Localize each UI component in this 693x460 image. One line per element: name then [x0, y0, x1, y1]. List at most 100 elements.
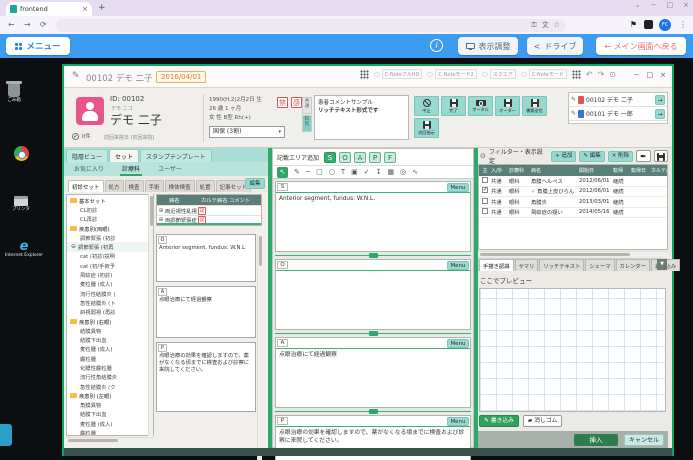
open-chart-arrow-button[interactable]: →: [655, 95, 665, 105]
new-tab-button[interactable]: +: [98, 3, 106, 13]
checkbox[interactable]: [482, 208, 488, 214]
forward-icon[interactable]: →: [24, 20, 31, 29]
tree-item[interactable]: ⊖ 流行性結膜炎 (: [67, 289, 153, 298]
tree-item[interactable]: ⊖ CL初診: [67, 205, 153, 214]
editor-tool-icon[interactable]: ▦: [387, 168, 394, 176]
diagnosis-row[interactable]: ⊕ 両近視性乱視 疑: [157, 205, 261, 215]
tool-tab[interactable]: カレンダー: [616, 259, 651, 271]
left-tab[interactable]: スタンプテンプレート: [140, 149, 212, 162]
open-chart-arrow-button[interactable]: →: [655, 109, 665, 119]
patient-comment-box[interactable]: 患者コメントサンプル リッチテキスト形式です: [314, 95, 409, 140]
printer-icon[interactable]: プリンタ: [6, 196, 36, 212]
circle-plus-icon[interactable]: ⊕: [157, 216, 165, 223]
kebab-menu-icon[interactable]: ⋮: [679, 20, 687, 29]
soap-section-text[interactable]: 点眼治療にて経過観察: [276, 349, 470, 407]
profile-avatar[interactable]: FC: [659, 19, 671, 31]
undo-icon[interactable]: ↶: [586, 70, 593, 79]
tree-item[interactable]: ⊖ cat (初/手術予: [67, 261, 153, 270]
section-menu-button[interactable]: Menu: [447, 261, 469, 270]
left-subtab[interactable]: ユーザー: [156, 164, 184, 176]
alert-badge[interactable]: 感: [291, 97, 302, 108]
set-category-tab[interactable]: 検査: [125, 180, 144, 192]
alert-badge[interactable]: 禁: [277, 97, 288, 108]
circle-plus-icon[interactable]: ⊕: [157, 207, 165, 214]
editor-tool-icon[interactable]: ○: [329, 168, 335, 176]
tree-item[interactable]: ⊖ 結膜下出血: [67, 335, 153, 344]
soap-section-label[interactable]: P: [277, 417, 288, 425]
tool-tab[interactable]: シェーマ: [585, 259, 614, 271]
tree-item[interactable]: ⊖ 霰粒腫: [67, 428, 153, 436]
delete-diagnosis-button[interactable]: ✕ 削除: [608, 151, 633, 162]
left-tab[interactable]: セット: [109, 149, 139, 162]
set-category-tab[interactable]: 初診セット: [68, 180, 104, 192]
checkbox[interactable]: ✓: [482, 187, 488, 193]
taskbar-corner-icon[interactable]: [0, 424, 12, 446]
set-category-tab[interactable]: 処置: [196, 180, 215, 192]
editor-tool-icon[interactable]: ↧: [376, 168, 382, 176]
chevron-down-icon[interactable]: ⌄: [635, 1, 641, 9]
layout-grid-icon[interactable]: [572, 70, 581, 79]
tool-tab[interactable]: サマリ: [515, 259, 539, 271]
soap-section[interactable]: A Menu 点眼治療にて経過観察: [275, 337, 471, 408]
section-menu-button[interactable]: Menu: [447, 339, 469, 348]
section-menu-button[interactable]: Menu: [447, 417, 469, 426]
tree-item[interactable]: ⊖ 麦粒腫 (成人): [67, 345, 153, 354]
table-horizontal-scrollbar[interactable]: [478, 251, 668, 256]
close-icon[interactable]: ×: [660, 71, 666, 79]
soap-preview-box[interactable]: A 点眼治療にて経過観察: [156, 286, 256, 338]
set-category-tab[interactable]: 検体検査: [165, 180, 195, 192]
split-screen-icon[interactable]: [644, 20, 653, 29]
action-button[interactable]: 完了: [441, 96, 466, 116]
soap-section[interactable]: O Menu: [275, 259, 471, 330]
more-tabs-caret-icon[interactable]: ▼: [657, 259, 667, 270]
action-button[interactable]: 次回指示: [414, 118, 439, 138]
tree-item[interactable]: ⊖ 疾患別(両眼): [67, 224, 153, 233]
soap-section[interactable]: S Menu Anterior segment, fundus: W.N.L.: [275, 181, 471, 252]
recycle-bin-icon[interactable]: ごみ箱: [2, 84, 26, 103]
tree-item[interactable]: ⊖ CL再診: [67, 215, 153, 224]
tree-item[interactable]: ⊖ 基本セット: [67, 196, 153, 205]
display-adjust-button[interactable]: 表示調整: [458, 37, 518, 55]
browser-tab[interactable]: frontend ×: [6, 2, 92, 16]
action-button[interactable]: 書類送信: [522, 96, 547, 116]
set-category-tab[interactable]: 手術: [145, 180, 164, 192]
diagnosis-row[interactable]: ⊕ 両調節緊張症 疑: [157, 215, 261, 225]
tree-item[interactable]: ⊖ 急性結膜炎 (ト: [67, 298, 153, 307]
left-subtab[interactable]: 診療科: [120, 164, 142, 176]
tab-close-icon[interactable]: ×: [82, 5, 88, 13]
soap-add-button[interactable]: A: [354, 152, 366, 163]
tree-item[interactable]: ⊖ 麦粒腫 (成人): [67, 280, 153, 289]
extension-pin-icon[interactable]: ⚑: [630, 20, 637, 29]
drive-button[interactable]: < ドライブ: [527, 37, 583, 55]
tree-item[interactable]: ⊖ 流行性角結膜炎: [67, 373, 153, 382]
layout-grid-icon[interactable]: [360, 70, 369, 79]
edit-sets-button[interactable]: 編集: [245, 178, 265, 189]
tree-item[interactable]: ⊖ 霰粒腫: [67, 354, 153, 363]
action-button[interactable]: 中止: [414, 96, 439, 116]
comment-tab-common[interactable]: 共通: [302, 97, 312, 114]
left-subtab[interactable]: お気に入り: [72, 164, 106, 176]
view-mode-option[interactable]: C-Noteモード: [521, 69, 567, 79]
section-menu-button[interactable]: Menu: [447, 183, 469, 192]
left-tab[interactable]: 階層ビュー: [66, 149, 108, 162]
pencil-icon[interactable]: ✎: [571, 96, 576, 103]
soap-add-button[interactable]: F: [384, 152, 396, 163]
redo-icon[interactable]: ↷: [598, 70, 605, 79]
cursor-tool-icon[interactable]: ↖: [277, 167, 288, 178]
action-button[interactable]: ポータル: [468, 96, 493, 116]
editor-tool-icon[interactable]: ✓: [364, 168, 370, 176]
editor-tool-icon[interactable]: ∿: [412, 168, 418, 176]
bookmark-star-icon[interactable]: ☆: [554, 21, 560, 29]
menu-button[interactable]: メニュー: [6, 37, 70, 55]
tree-item[interactable]: ⊖ 疾患別 (左眼): [67, 391, 153, 400]
set-category-tab[interactable]: 処方: [105, 180, 124, 192]
back-to-main-button[interactable]: ← メイン画面へ戻る: [596, 37, 686, 55]
memo-count[interactable]: ✔ 0件: [72, 132, 91, 140]
patient-queue-row[interactable]: ✎ 00102 デモ 二子 →: [569, 93, 667, 107]
brush-button[interactable]: ✒: [636, 150, 650, 162]
maximize-icon[interactable]: □: [647, 71, 654, 79]
cancel-button[interactable]: キャンセル: [624, 434, 664, 446]
tree-vertical-scrollbar[interactable]: [148, 194, 153, 436]
insurance-select[interactable]: ▾ 国保 (3割): [209, 126, 285, 138]
translate-icon[interactable]: 文: [542, 20, 549, 30]
